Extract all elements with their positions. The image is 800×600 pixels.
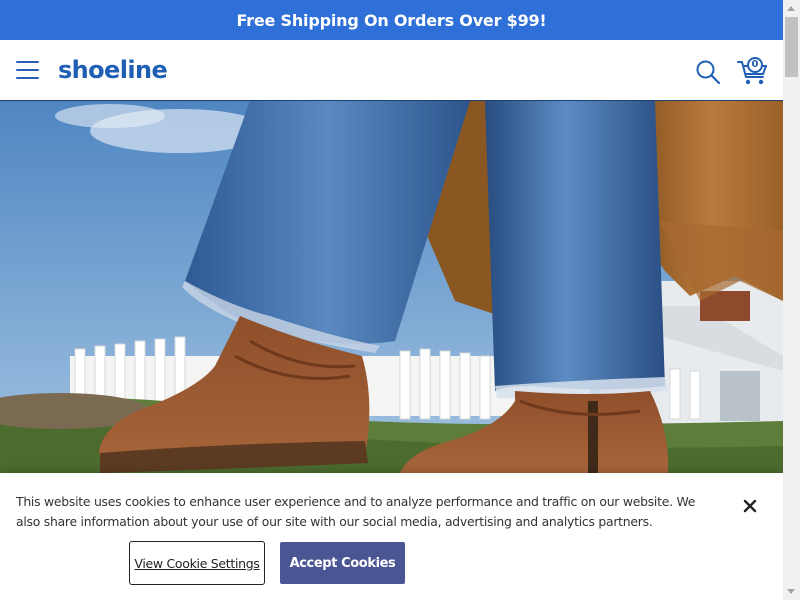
cookie-consent-banner: This website uses cookies to enhance use… <box>0 473 783 600</box>
vertical-scrollbar[interactable] <box>783 0 800 600</box>
promo-text: Free Shipping On Orders Over $99! <box>236 10 547 30</box>
view-cookie-settings-button[interactable]: View Cookie Settings <box>129 541 265 585</box>
cart-count-badge: 0 <box>747 57 763 73</box>
hamburger-menu-icon[interactable] <box>16 58 40 82</box>
close-icon[interactable] <box>741 497 759 515</box>
scroll-down-arrow-icon[interactable] <box>783 583 800 600</box>
accept-cookies-button[interactable]: Accept Cookies <box>280 542 405 584</box>
page-viewport: Free Shipping On Orders Over $99! shoeli… <box>0 0 783 600</box>
hero-banner[interactable] <box>0 101 783 501</box>
cart-button[interactable]: 0 <box>737 56 769 86</box>
scroll-up-arrow-icon[interactable] <box>783 0 800 17</box>
site-logo[interactable]: shoeline <box>58 55 168 85</box>
scroll-thumb[interactable] <box>785 17 798 77</box>
cookie-message: This website uses cookies to enhance use… <box>16 494 696 529</box>
promo-bar[interactable]: Free Shipping On Orders Over $99! <box>0 0 783 40</box>
hero-image <box>0 101 783 501</box>
site-header: shoeline 0 <box>0 40 783 101</box>
search-icon[interactable] <box>695 59 721 85</box>
